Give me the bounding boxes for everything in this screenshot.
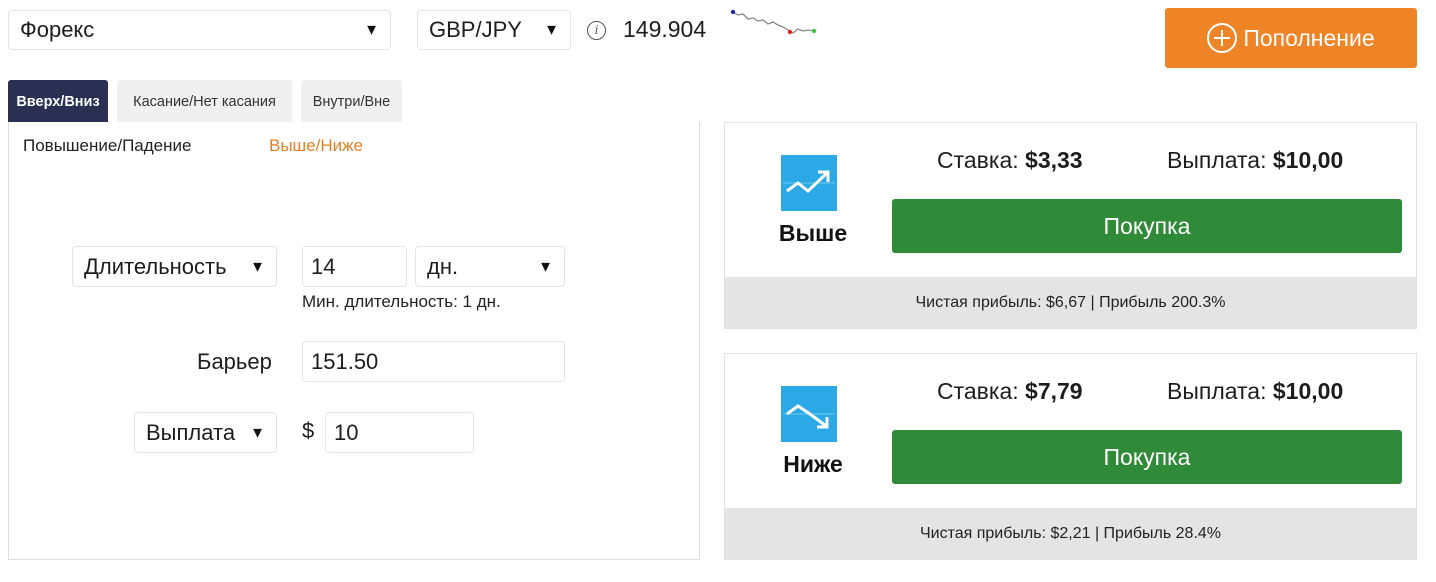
duration-unit-value: дн. [427, 253, 459, 279]
contract-direction-label: Выше [778, 220, 848, 246]
trend-up-icon [781, 155, 837, 211]
chevron-down-icon: ▼ [538, 258, 553, 275]
chevron-down-icon: ▼ [250, 258, 265, 275]
tab-label: Внутри/Вне [312, 93, 391, 110]
payout-label: Выплата: [1167, 378, 1267, 404]
tab-label: Вверх/Вниз [16, 93, 100, 110]
contract-card-higher: Выше Ставка: $3,33 Выплата: $10,00 Покуп… [724, 122, 1417, 329]
info-icon[interactable]: i [587, 21, 606, 40]
payout-value: $10,00 [1272, 147, 1344, 173]
tab-rise-fall[interactable]: Вверх/Вниз [8, 80, 108, 123]
market-select-value: Форекс [20, 17, 95, 42]
buy-button[interactable]: Покупка [892, 199, 1402, 253]
payout-label: Выплата: [1167, 147, 1267, 173]
tab-touch-no-touch[interactable]: Касание/Нет касания [117, 80, 292, 123]
profit-summary: Чистая прибыль: $2,21 | Прибыль 28.4% [725, 508, 1416, 559]
profit-summary: Чистая прибыль: $6,67 | Прибыль 200.3% [725, 277, 1416, 328]
stake-label: Ставка: [937, 378, 1019, 404]
subtab-higher-lower[interactable]: Выше/Ниже [269, 136, 363, 156]
deposit-button-label: Пополнение [1243, 24, 1375, 51]
buy-button[interactable]: Покупка [892, 430, 1402, 484]
amount-input-value: 10 [334, 419, 359, 445]
duration-input[interactable]: 14 [302, 246, 407, 287]
trend-down-icon [781, 386, 837, 442]
buy-button-label: Покупка [1103, 212, 1191, 239]
payout-value: $10,00 [1272, 378, 1344, 404]
deposit-button[interactable]: Пополнение [1165, 8, 1417, 68]
barrier-input[interactable]: 151.50 [302, 341, 565, 382]
price-sparkline [730, 9, 817, 35]
subtab-bar: Повышение/Падение Выше/Ниже [9, 122, 699, 166]
plus-circle-icon [1207, 23, 1238, 53]
spot-price: 149.904 [623, 16, 707, 42]
sparkline-low-point [787, 29, 793, 35]
tab-label: Касание/Нет касания [133, 93, 276, 110]
amount-input[interactable]: 10 [325, 412, 474, 453]
barrier-input-value: 151.50 [311, 348, 379, 374]
sparkline-end-point [811, 28, 817, 34]
duration-type-select[interactable]: Длительность ▼ [72, 246, 277, 287]
stake-info: Ставка: $3,33 [937, 147, 1083, 174]
subtab-rise-fall[interactable]: Повышение/Падение [23, 136, 191, 156]
payout-info: Выплата: $10,00 [1167, 147, 1343, 174]
barrier-label: Барьер [197, 349, 272, 374]
asset-select-value: GBP/JPY [429, 17, 522, 42]
amount-type-select[interactable]: Выплата ▼ [134, 412, 277, 453]
duration-type-value: Длительность [84, 253, 227, 279]
sparkline-start-point [730, 9, 736, 15]
stake-value: $3,33 [1025, 147, 1083, 173]
chevron-down-icon: ▼ [364, 21, 379, 39]
currency-symbol: $ [302, 418, 315, 443]
contract-card-lower: Ниже Ставка: $7,79 Выплата: $10,00 Покуп… [724, 353, 1417, 560]
buy-button-label: Покупка [1103, 443, 1191, 470]
tab-in-out[interactable]: Внутри/Вне [301, 80, 402, 123]
stake-value: $7,79 [1025, 378, 1083, 404]
stake-info: Ставка: $7,79 [937, 378, 1083, 405]
asset-select[interactable]: GBP/JPY ▼ [417, 10, 571, 50]
min-duration-hint: Мин. длительность: 1 дн. [302, 292, 501, 311]
amount-type-value: Выплата [146, 419, 236, 445]
duration-unit-select[interactable]: дн. ▼ [415, 246, 565, 287]
chevron-down-icon: ▼ [250, 424, 265, 441]
contract-direction-label: Ниже [783, 451, 843, 477]
stake-label: Ставка: [937, 147, 1019, 173]
payout-info: Выплата: $10,00 [1167, 378, 1343, 405]
market-select[interactable]: Форекс ▼ [8, 10, 391, 50]
duration-input-value: 14 [311, 253, 336, 279]
trade-form-panel: Повышение/Падение Выше/Ниже Длительность… [8, 122, 700, 560]
chevron-down-icon: ▼ [544, 21, 559, 39]
